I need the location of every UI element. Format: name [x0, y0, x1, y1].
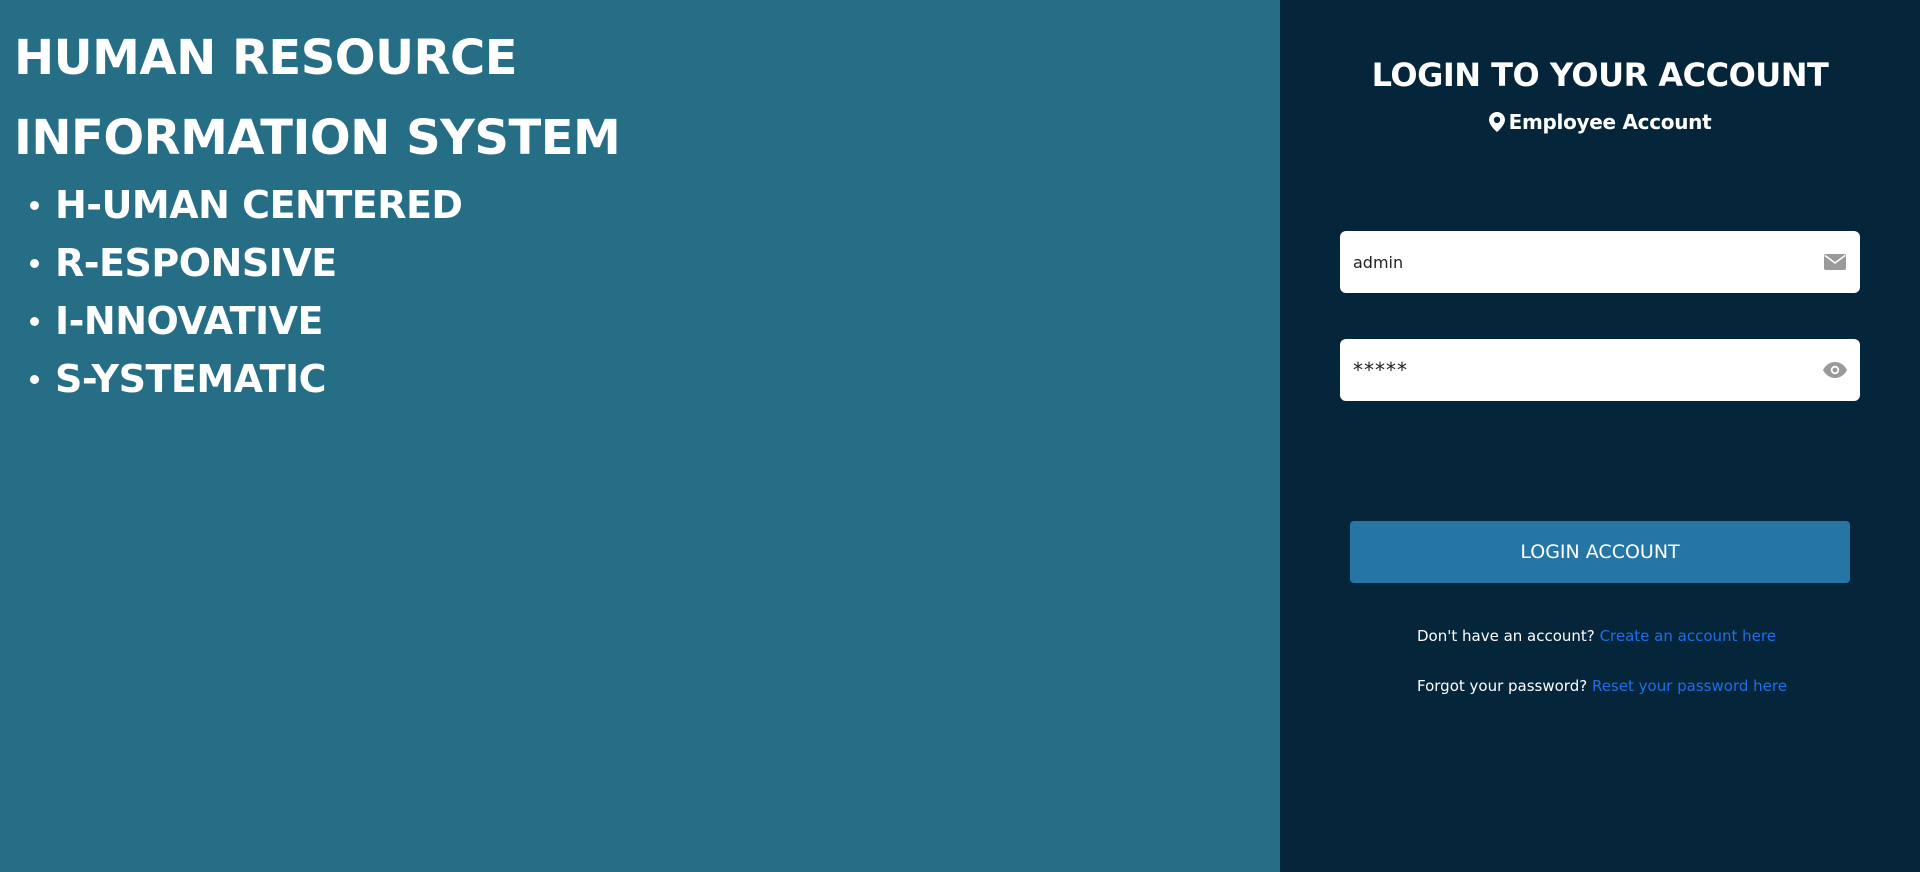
acronym-label: S-YSTEMATIC [55, 357, 327, 401]
hero-panel: HUMAN RESOURCE INFORMATION SYSTEM H-UMAN… [0, 0, 1280, 872]
acronym-label: R-ESPONSIVE [55, 241, 337, 285]
eye-icon[interactable] [1822, 357, 1848, 383]
acronym-item-s: S-YSTEMATIC [30, 350, 462, 408]
system-title-line-1: HUMAN RESOURCE [14, 30, 518, 86]
login-panel: LOGIN TO YOUR ACCOUNT Employee Account a… [1280, 0, 1920, 872]
login-button[interactable]: LOGIN ACCOUNT [1350, 521, 1850, 583]
signup-prompt: Don't have an account? [1417, 627, 1595, 645]
password-input[interactable] [1340, 339, 1822, 401]
acronym-item-h: H-UMAN CENTERED [30, 176, 463, 234]
signup-help: Don't have an account? Create an account… [1417, 627, 1776, 645]
password-field-wrapper [1340, 339, 1860, 401]
acronym-label: I-NNOVATIVE [55, 299, 324, 343]
account-type-text: Employee Account [1508, 110, 1712, 134]
acronym-item-i: I-NNOVATIVE [30, 292, 462, 350]
bullet-icon [30, 316, 39, 326]
envelope-icon [1822, 249, 1848, 275]
email-field-wrapper [1340, 231, 1860, 293]
email-input[interactable] [1340, 231, 1822, 293]
create-account-link[interactable]: Create an account here [1600, 627, 1776, 645]
acronym-label: H-UMAN CENTERED [55, 183, 463, 227]
login-page: HUMAN RESOURCE INFORMATION SYSTEM H-UMAN… [0, 0, 1920, 872]
reset-prompt: Forgot your password? [1417, 677, 1588, 695]
system-title: HUMAN RESOURCE INFORMATION SYSTEM [14, 18, 714, 178]
map-marker-icon [1488, 112, 1505, 132]
reset-password-link[interactable]: Reset your password here [1592, 677, 1787, 695]
reset-help: Forgot your password? Reset your passwor… [1417, 677, 1787, 695]
system-title-line-2: INFORMATION SYSTEM [14, 110, 621, 166]
account-type-label: Employee Account [1280, 110, 1920, 134]
bullet-icon [30, 258, 39, 268]
acronym-item-r: R-ESPONSIVE [30, 234, 462, 292]
bullet-icon [30, 200, 39, 210]
acronym-list: H-UMAN CENTERED R-ESPONSIVE I-NNOVATIVE … [30, 176, 463, 408]
login-title: LOGIN TO YOUR ACCOUNT [1371, 56, 1829, 94]
bullet-icon [30, 374, 39, 384]
